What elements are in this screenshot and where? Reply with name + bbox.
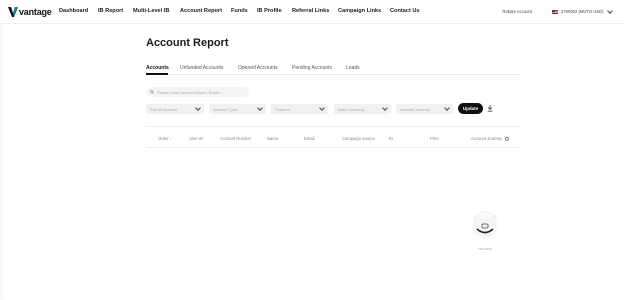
platform-select[interactable]: Platform	[271, 104, 328, 114]
column-campaign-source: Campaign source	[342, 136, 375, 141]
account-selector-value: 2760002 (MUTO USD)	[561, 9, 604, 14]
nav-dashboard[interactable]: Dashboard	[59, 8, 88, 14]
sub-ib-account-placeholder: Sub IB Account	[150, 106, 178, 112]
info-icon[interactable]	[505, 136, 510, 141]
account-type-select[interactable]: Account Type	[209, 104, 266, 114]
no-data-text: No data	[478, 247, 492, 251]
column-poa: POA	[430, 136, 439, 141]
base-currency-placeholder: Base Currency	[338, 106, 365, 112]
chevron-down-icon	[444, 105, 450, 111]
search-input[interactable]	[154, 89, 247, 95]
chevron-down-icon	[319, 105, 325, 111]
nav-referral-links[interactable]: Referral Links	[292, 8, 329, 14]
column-user-id: User ID	[189, 136, 204, 141]
brand-name: vantage	[19, 6, 52, 17]
nav-ib-report[interactable]: IB Report	[98, 8, 123, 14]
tab-unfunded-accounts[interactable]: Unfunded Accounts	[180, 65, 223, 71]
page-title: Account Report	[146, 37, 229, 49]
accounts-table: Order ↕ User ID Account Number Name Emai…	[146, 126, 520, 300]
search-box[interactable]	[146, 87, 249, 97]
tab-accounts[interactable]: Accounts	[146, 65, 169, 71]
nav-campaign-links[interactable]: Campaign Links	[338, 8, 381, 14]
vantage-logo-icon	[8, 6, 18, 17]
nav-multi-level-ib[interactable]: Multi-Level IB	[133, 8, 169, 14]
nav-ib-profile[interactable]: IB Profile	[257, 8, 282, 14]
empty-box-icon	[473, 210, 497, 239]
sort-icon: ↕	[169, 137, 172, 141]
base-currency-select[interactable]: Base Currency	[334, 104, 391, 114]
top-navigation-bar: vantage Dashboard IB Report Multi-Level …	[0, 0, 624, 24]
active-tab-indicator	[146, 73, 168, 75]
nav-account-report[interactable]: Account Report	[180, 8, 222, 14]
column-order[interactable]: Order ↕	[158, 136, 172, 141]
account-journey-placeholder: Account Journey	[400, 106, 430, 112]
table-header: Order ↕ User ID Account Number Name Emai…	[146, 127, 520, 148]
update-button[interactable]: Update	[458, 103, 483, 114]
chevron-down-icon	[195, 105, 201, 111]
tab-leads[interactable]: Leads	[346, 65, 360, 71]
column-name: Name	[267, 136, 279, 141]
account-type-placeholder: Account Type	[213, 106, 238, 112]
sub-ib-account-select[interactable]: Sub IB Account	[146, 104, 204, 114]
tab-pending-accounts[interactable]: Pending Accounts	[292, 65, 332, 71]
column-email: Email	[304, 136, 315, 141]
chevron-down-icon	[606, 7, 613, 14]
left-edge	[0, 24, 4, 299]
chevron-down-icon	[257, 105, 263, 111]
rebate-account-label: Rebate Account	[502, 9, 532, 14]
column-account-number: Account Number	[220, 136, 252, 141]
chevron-down-icon	[382, 105, 388, 111]
column-account-journey: Account Journey	[471, 136, 510, 141]
download-icon[interactable]	[487, 105, 493, 112]
account-journey-select[interactable]: Account Journey	[396, 104, 453, 114]
column-id: ID	[389, 136, 394, 141]
us-flag-icon	[552, 9, 558, 14]
tab-opened-accounts[interactable]: Opened Accounts	[238, 65, 277, 71]
nav-funds[interactable]: Funds	[231, 8, 248, 14]
tab-bar: Accounts Unfunded Accounts Opened Accoun…	[146, 64, 520, 75]
column-account-journey-label: Account Journey	[471, 136, 503, 141]
column-order-label: Order	[158, 136, 169, 141]
vantage-logo[interactable]: vantage	[8, 6, 52, 17]
account-selector[interactable]: 2760002 (MUTO USD)	[552, 7, 614, 16]
nav-contact-us[interactable]: Contact Us	[390, 8, 420, 14]
platform-placeholder: Platform	[275, 106, 290, 112]
